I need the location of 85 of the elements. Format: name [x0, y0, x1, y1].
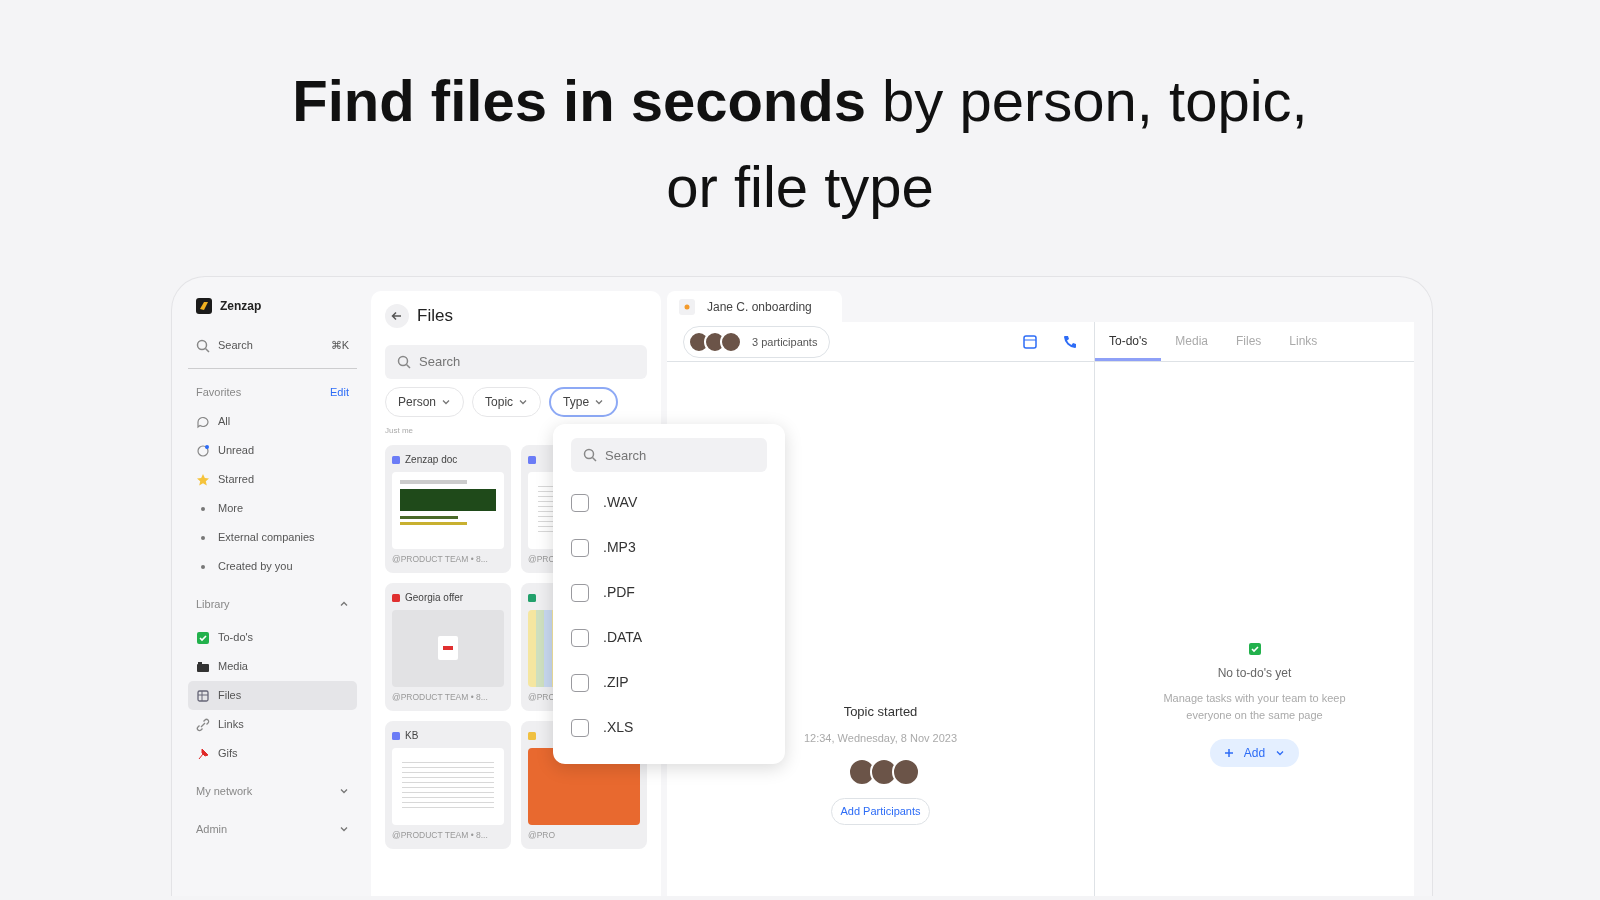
add-button[interactable]: Add [1209, 739, 1300, 768]
sidebar-item[interactable]: External companies [188, 523, 357, 552]
search-link[interactable]: Search [218, 337, 323, 354]
unread-icon [196, 443, 210, 458]
link-icon [196, 717, 210, 732]
option-label[interactable]: .WAV [603, 492, 638, 513]
option-label[interactable]: .ZIP [603, 672, 629, 693]
sidebar-item[interactable]: Links [188, 710, 357, 739]
checkbox-icon [1247, 642, 1262, 657]
file-title: KB [405, 729, 419, 743]
event-time: 12:34, Wednesday, 8 Nov 2023 [803, 730, 958, 746]
empty-title: No to-do's yet [1217, 665, 1292, 683]
section-header[interactable]: My network [188, 776, 357, 806]
bullet-icon [201, 535, 205, 540]
checkbox[interactable] [571, 583, 589, 602]
option-label[interactable]: .MP3 [603, 537, 636, 558]
sidebar-item[interactable]: To-do's [188, 623, 357, 652]
sidebar-item[interactable]: Unread [188, 436, 357, 465]
option-label[interactable]: .DATA [603, 627, 643, 648]
sidebar-item[interactable]: Starred [188, 465, 357, 494]
star-icon [196, 472, 210, 487]
file-title: Zenzap doc [405, 453, 458, 467]
details-tab[interactable]: To-do's [1095, 322, 1162, 362]
filter-dropdown[interactable]: Person [385, 386, 465, 417]
search-icon [196, 338, 210, 353]
plus-icon [1223, 748, 1234, 759]
bullet-icon [201, 564, 205, 569]
chat-icon [196, 414, 210, 429]
search-icon [583, 448, 597, 462]
checkbox[interactable] [571, 718, 589, 737]
file-card[interactable]: Georgia offer @PRODUCT TEAM • 8... [385, 582, 511, 711]
sidebar-item[interactable]: All [188, 407, 357, 436]
grid-icon [196, 688, 210, 703]
sidebar-item[interactable]: Files [188, 681, 357, 710]
sidebar-item[interactable]: Media [188, 652, 357, 681]
event-title: Topic started [843, 703, 918, 722]
file-caption: @PRODUCT TEAM • 8... [392, 690, 489, 704]
sidebar-item[interactable]: More [188, 494, 357, 523]
search-icon [397, 354, 411, 369]
sidebar-item[interactable]: Created by you [188, 552, 357, 581]
checkbox[interactable] [571, 493, 589, 512]
search-field[interactable]: Search [571, 438, 767, 472]
file-caption: @PRODUCT TEAM • 8... [392, 552, 489, 566]
edit-link[interactable]: Edit [330, 383, 349, 401]
file-type-icon [392, 455, 400, 464]
pin-icon [196, 746, 210, 761]
back-icon [385, 303, 409, 328]
topic-icon [679, 298, 695, 315]
panel-title: Files [417, 305, 453, 327]
empty-description: Manage tasks with your team to keep everyone on the same page [1162, 691, 1347, 723]
file-type-icon [392, 593, 400, 602]
sidebar-item[interactable]: Gifs [188, 739, 357, 768]
search-field[interactable]: Search [385, 344, 647, 379]
checkbox-icon [196, 630, 210, 645]
file-type-icon [528, 593, 536, 602]
file-title: Georgia offer [405, 591, 464, 605]
shortcut-label: ⌘K [330, 338, 349, 354]
file-type-icon [528, 455, 536, 464]
checkbox[interactable] [571, 628, 589, 647]
folder-icon [196, 659, 210, 674]
expand-icon [339, 786, 349, 796]
option-label[interactable]: .XLS [603, 717, 634, 738]
filter-dropdown[interactable]: Topic [472, 386, 542, 417]
file-caption: @PRODUCT TEAM • 8... [392, 828, 489, 842]
section-title: Favorites [196, 384, 242, 400]
bullet-icon [201, 506, 205, 511]
collapse-icon [339, 599, 349, 609]
expand-icon [339, 824, 349, 834]
file-type-icon [528, 731, 536, 740]
filter-dropdown[interactable]: Type [549, 386, 619, 417]
logo-icon [196, 298, 212, 314]
option-label[interactable]: .PDF [603, 582, 635, 603]
chat-tab[interactable]: Jane C. onboarding [667, 291, 842, 323]
section-label: Just me [385, 424, 414, 437]
checkbox[interactable] [571, 673, 589, 692]
checkbox[interactable] [571, 538, 589, 557]
calendar-icon [1022, 333, 1038, 350]
file-type-icon [392, 731, 400, 740]
file-card[interactable]: Zenzap doc @PRODUCT TEAM • 8... [385, 444, 511, 573]
headline: Find files in seconds by person, topic, or file type [291, 67, 1309, 221]
file-caption: @PRO [528, 828, 557, 842]
phone-icon [1062, 333, 1078, 350]
file-card[interactable]: KB @PRODUCT TEAM • 8... [385, 720, 511, 849]
brand-name: Zenzap [220, 298, 262, 315]
add-participants-button[interactable]: Add Participants [831, 798, 930, 825]
